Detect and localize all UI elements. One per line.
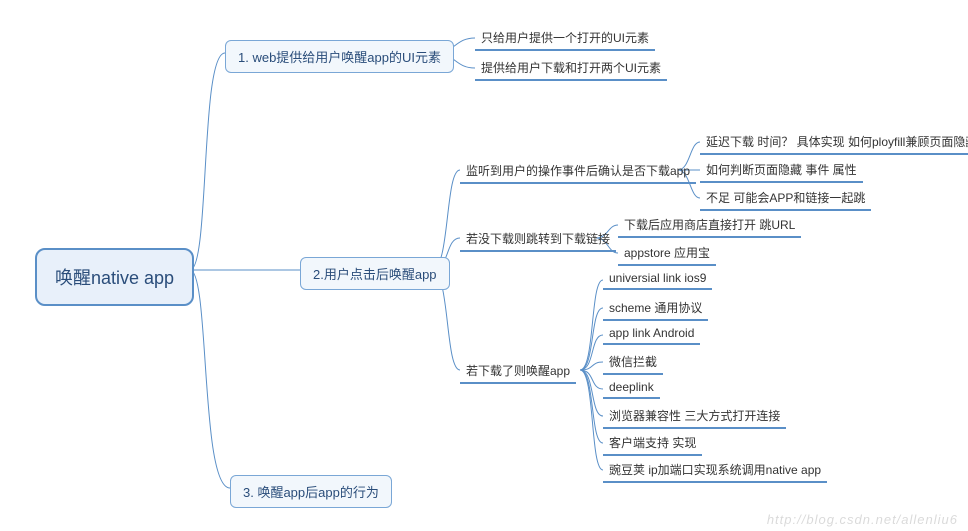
- branch-2-sub-1-leaf-0[interactable]: 延迟下载 时间？ 具体实现 如何ployfill兼顾页面隐藏: [700, 131, 968, 155]
- branch-2-sub-3-leaf-0[interactable]: universial link ios9: [603, 269, 712, 290]
- branch-2-sub-2-leaf-0[interactable]: 下载后应用商店直接打开 跳URL: [618, 214, 801, 238]
- branch-2-sub-3-leaf-1[interactable]: scheme 通用协议: [603, 297, 708, 321]
- branch-2-sub-3[interactable]: 若下载了则唤醒app: [460, 360, 576, 384]
- branch-2-sub-2[interactable]: 若没下载则跳转到下载链接: [460, 228, 616, 252]
- branch-1-title: 1. web提供给用户唤醒app的UI元素: [238, 50, 441, 65]
- branch-1-leaf-0[interactable]: 只给用户提供一个打开的UI元素: [475, 27, 655, 51]
- branch-2-sub-3-leaf-5[interactable]: 浏览器兼容性 三大方式打开连接: [603, 405, 786, 429]
- branch-2-sub-1-leaf-2[interactable]: 不足 可能会APP和链接一起跳: [700, 187, 871, 211]
- root-node[interactable]: 唤醒native app: [35, 248, 194, 306]
- branch-3-title: 3. 唤醒app后app的行为: [243, 485, 379, 500]
- branch-1-leaf-1[interactable]: 提供给用户下载和打开两个UI元素: [475, 57, 667, 81]
- branch-2-sub-2-leaf-1[interactable]: appstore 应用宝: [618, 242, 716, 266]
- branch-2-sub-3-leaf-6[interactable]: 客户端支持 实现: [603, 432, 702, 456]
- branch-2-sub-3-leaf-2[interactable]: app link Android: [603, 324, 700, 345]
- branch-2-title: 2.用户点击后唤醒app: [313, 267, 437, 282]
- branch-2[interactable]: 2.用户点击后唤醒app: [300, 257, 450, 290]
- branch-2-sub-1-leaf-1[interactable]: 如何判断页面隐藏 事件 属性: [700, 159, 863, 183]
- branch-2-sub-3-leaf-7[interactable]: 豌豆荚 ip加端口实现系统调用native app: [603, 459, 827, 483]
- branch-3[interactable]: 3. 唤醒app后app的行为: [230, 475, 392, 508]
- root-title: 唤醒native app: [55, 268, 174, 288]
- watermark: http://blog.csdn.net/allenliu6: [767, 512, 958, 527]
- branch-2-sub-3-leaf-3[interactable]: 微信拦截: [603, 351, 663, 375]
- branch-2-sub-1[interactable]: 监听到用户的操作事件后确认是否下载app: [460, 160, 696, 184]
- branch-2-sub-3-leaf-4[interactable]: deeplink: [603, 378, 660, 399]
- branch-1[interactable]: 1. web提供给用户唤醒app的UI元素: [225, 40, 454, 73]
